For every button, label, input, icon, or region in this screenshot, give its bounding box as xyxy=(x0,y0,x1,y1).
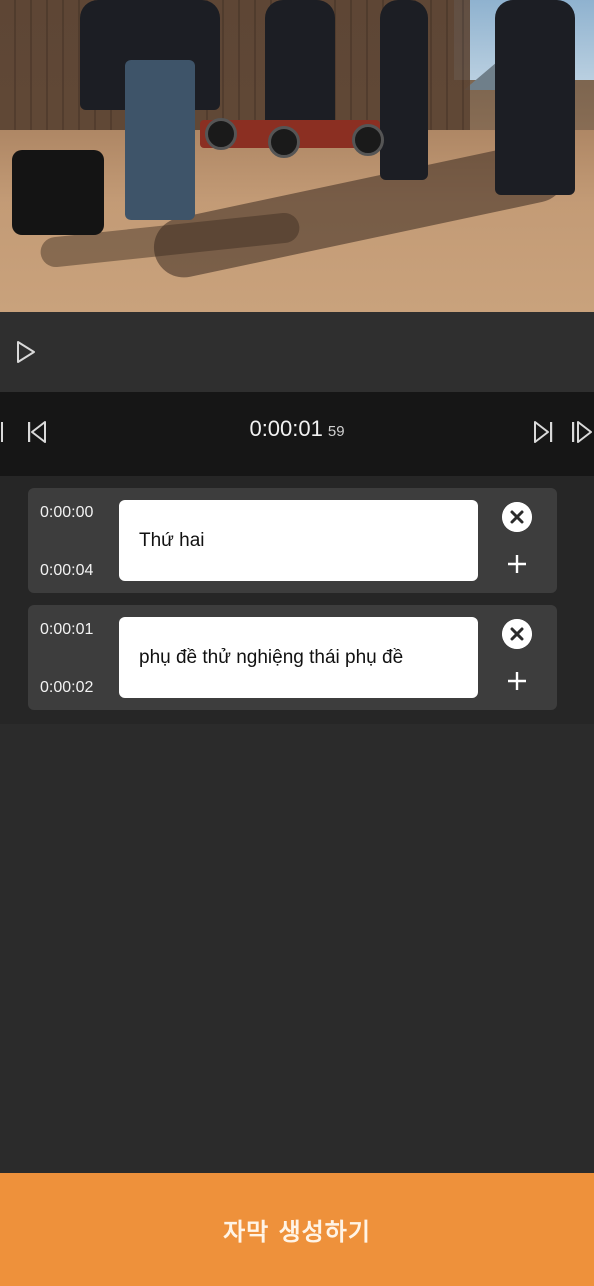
timecode-display: 0:00:01 59 xyxy=(0,416,594,442)
person xyxy=(265,0,335,130)
wheel xyxy=(352,124,384,156)
subtitle-text-field[interactable]: phụ đề thử nghiệng thái phụ đề xyxy=(119,617,478,698)
wheel xyxy=(268,126,300,158)
skip-to-end-icon[interactable] xyxy=(530,418,556,446)
timecode-frames: 59 xyxy=(327,423,345,440)
play-bar xyxy=(0,312,594,392)
subtitle-end-time[interactable]: 0:00:04 xyxy=(40,562,93,580)
generate-subtitles-button[interactable]: 자막 생성하기 xyxy=(0,1173,594,1286)
person-legs xyxy=(125,60,195,220)
subtitle-text: Thứ hai xyxy=(139,529,205,551)
video-preview xyxy=(0,0,594,312)
subtitle-item: 0:00:00 0:00:04 Thứ hai xyxy=(28,488,557,593)
person xyxy=(495,0,575,195)
subtitle-text: phụ đề thử nghiệng thái phụ đề xyxy=(139,646,404,668)
plus-icon[interactable] xyxy=(505,669,529,693)
person xyxy=(380,0,428,180)
subtitle-start-time[interactable]: 0:00:01 xyxy=(40,621,93,639)
plus-icon[interactable] xyxy=(505,552,529,576)
subtitle-start-time[interactable]: 0:00:00 xyxy=(40,504,93,522)
play-icon[interactable] xyxy=(14,338,38,366)
close-circle-icon[interactable] xyxy=(502,502,532,532)
subtitle-end-time[interactable]: 0:00:02 xyxy=(40,679,93,697)
generate-subtitles-label: 자막 생성하기 xyxy=(223,1218,371,1246)
camera-bag xyxy=(12,150,104,235)
timecode: 0:00:01 xyxy=(249,416,323,441)
subtitle-item: 0:00:01 0:00:02 phụ đề thử nghiệng thái … xyxy=(28,605,557,710)
wheel xyxy=(205,118,237,150)
subtitle-list: 0:00:00 0:00:04 Thứ hai 0:00:01 0:00:02 … xyxy=(0,476,594,724)
next-frame-icon[interactable] xyxy=(568,418,594,446)
timeline-bar: 0:00:01 59 xyxy=(0,392,594,476)
empty-area xyxy=(0,724,594,1173)
close-circle-icon[interactable] xyxy=(502,619,532,649)
subtitle-text-field[interactable]: Thứ hai xyxy=(119,500,478,581)
